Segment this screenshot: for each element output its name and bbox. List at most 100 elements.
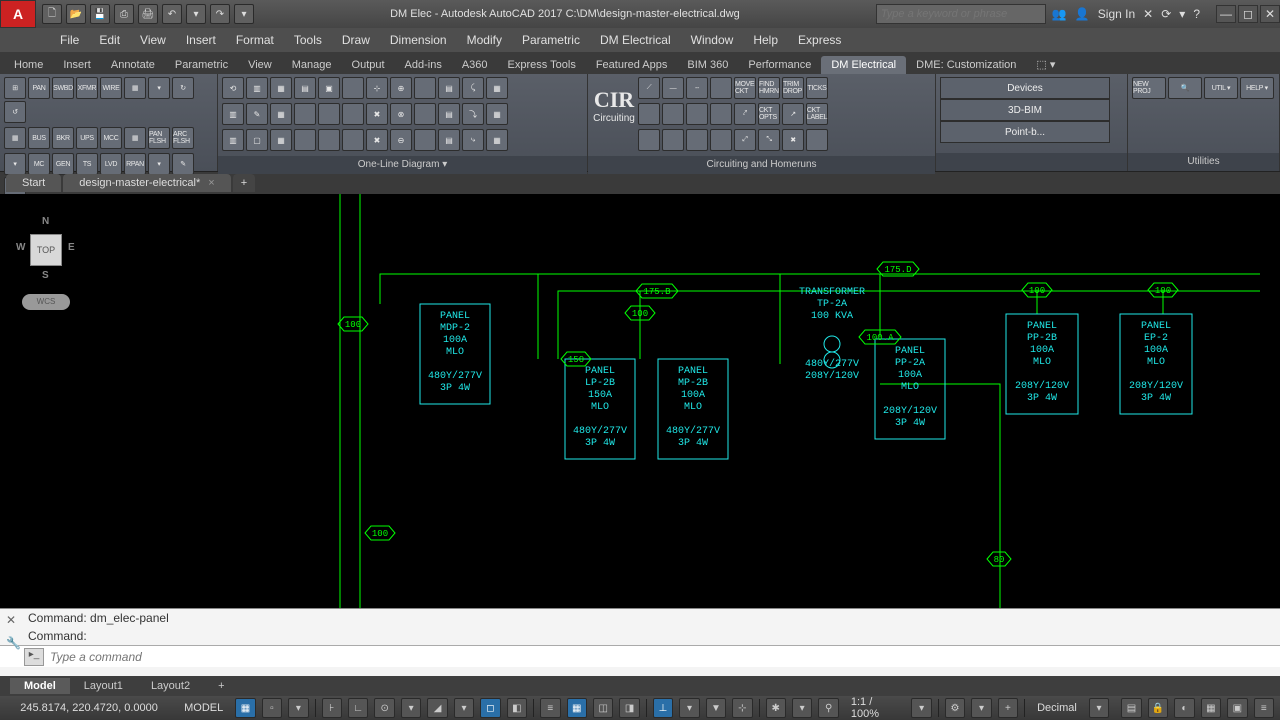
ribbon-button[interactable] (638, 129, 660, 151)
ribbon-button[interactable]: ✎ (246, 103, 268, 125)
exchange-icon[interactable]: ✕ (1143, 7, 1153, 21)
ribbon-button[interactable]: ▦ (486, 129, 508, 151)
ribbon-button[interactable]: ▤ (294, 77, 316, 99)
filter-toggle[interactable]: ▼ (706, 698, 726, 718)
cleanscreen-toggle[interactable]: ▣ (1227, 698, 1247, 718)
ribbon-button[interactable]: ⤢ (734, 129, 756, 151)
ribbon-button[interactable]: ▥ (222, 129, 244, 151)
gizmo-toggle[interactable]: ⊹ (732, 698, 752, 718)
ribbon-button[interactable] (710, 77, 732, 99)
ribbon-button[interactable] (294, 103, 316, 125)
new-icon[interactable]: 🗋 (42, 4, 62, 24)
ribbon-button[interactable]: WIRE (100, 77, 122, 99)
ribbon-button[interactable]: ⟲ (222, 77, 244, 99)
ribbon-tab-featured-apps[interactable]: Featured Apps (586, 56, 678, 74)
ribbon-button[interactable] (686, 103, 708, 125)
ribbon-tab-output[interactable]: Output (342, 56, 395, 74)
close-icon[interactable]: ✕ (6, 613, 16, 627)
ribbon-button[interactable]: ⊹ (366, 77, 388, 99)
close-icon[interactable]: × (208, 177, 214, 189)
tab-new[interactable]: + (233, 174, 255, 192)
zoom-readout[interactable]: 1:1 / 100% (845, 696, 906, 720)
ribbon-button[interactable]: CKT LABEL (806, 103, 828, 125)
ribbon-button[interactable]: MOVE CKT (734, 77, 756, 99)
menu-express[interactable]: Express (788, 28, 851, 52)
tab-start[interactable]: Start (6, 174, 61, 192)
ribbon-button[interactable]: LVD (100, 153, 122, 175)
menu-parametric[interactable]: Parametric (512, 28, 590, 52)
hardware-toggle[interactable]: ▦ (1201, 698, 1221, 718)
open-icon[interactable]: 📂 (66, 4, 86, 24)
ribbon-button[interactable]: BUS (28, 127, 50, 149)
snap-dropdown[interactable]: ▾ (288, 698, 308, 718)
help-dropdown-icon[interactable]: ▾ (1179, 7, 1185, 21)
print-icon[interactable]: 🖨 (138, 4, 158, 24)
ribbon-button[interactable]: ↺ (4, 101, 26, 123)
save-icon[interactable]: 💾 (90, 4, 110, 24)
panel-title[interactable]: Utilities (1128, 153, 1279, 171)
ribbon-button[interactable]: RPAN (124, 153, 146, 175)
dynucs-toggle[interactable]: ⊥ (653, 698, 673, 718)
ribbon-button[interactable]: ⤹ (462, 77, 484, 99)
ribbon-button[interactable]: ↗ (782, 103, 804, 125)
menu-edit[interactable]: Edit (89, 28, 130, 52)
ribbon-button[interactable]: ▤ (438, 77, 460, 99)
app-icon[interactable]: A (0, 0, 36, 28)
infocenter-icon[interactable]: 👥 (1052, 7, 1067, 21)
ribbon-button[interactable]: PAN (28, 77, 50, 99)
redo-icon[interactable]: ↷ (210, 4, 230, 24)
menu-view[interactable]: View (130, 28, 176, 52)
ribbon-button[interactable] (294, 129, 316, 151)
polar-dropdown[interactable]: ▾ (401, 698, 421, 718)
command-chevron-icon[interactable]: ▸_ (24, 648, 44, 666)
ribbon-button[interactable]: ⤷ (462, 129, 484, 151)
a360-icon[interactable]: ⟳ (1161, 7, 1171, 21)
wrench-icon[interactable]: 🔧 (6, 636, 21, 650)
ribbon-button[interactable] (414, 77, 436, 99)
ribbon-button[interactable]: ⟋ (638, 77, 660, 99)
viewcube-north[interactable]: N (42, 216, 49, 227)
ribbon-button[interactable] (662, 129, 684, 151)
ribbon-button[interactable] (662, 103, 684, 125)
ribbon-button[interactable]: ▦ (124, 127, 146, 149)
ribbon-button[interactable]: NEW PROJ (1132, 77, 1166, 99)
ribbon-button[interactable]: ✎ (172, 153, 194, 175)
menu-format[interactable]: Format (226, 28, 284, 52)
ribbon-button[interactable] (318, 129, 340, 151)
ribbon-button[interactable]: ✖ (366, 129, 388, 151)
ribbon-button[interactable]: 🔍 (1168, 77, 1202, 99)
signin-link[interactable]: Sign In (1098, 7, 1135, 21)
lineweight-toggle[interactable]: ≡ (540, 698, 560, 718)
ribbon-button[interactable] (318, 103, 340, 125)
ribbon-button[interactable]: TICKS (806, 77, 828, 99)
ribbon-tab-performance[interactable]: Performance (738, 56, 821, 74)
ribbon-button[interactable] (414, 103, 436, 125)
annoscale-dropdown[interactable]: ▾ (792, 698, 812, 718)
ribbon-tab-express-tools[interactable]: Express Tools (498, 56, 586, 74)
menu-tools[interactable]: Tools (284, 28, 332, 52)
ribbon-button-point-b[interactable]: Point-b... (940, 121, 1110, 143)
isolate-toggle[interactable]: ◐ (1174, 698, 1194, 718)
tab-file[interactable]: design-master-electrical*× (63, 174, 230, 192)
menu-draw[interactable]: Draw (332, 28, 380, 52)
snap-toggle[interactable]: ▫ (262, 698, 282, 718)
ribbon-tab-view[interactable]: View (238, 56, 282, 74)
polar-toggle[interactable]: ⊙ (374, 698, 394, 718)
ribbon-button[interactable]: GEN (52, 153, 74, 175)
ribbon-button[interactable]: ⊞ (4, 77, 26, 99)
ribbon-button[interactable]: TS (76, 153, 98, 175)
units-dropdown[interactable]: ▾ (1089, 698, 1109, 718)
ribbon-button[interactable] (414, 129, 436, 151)
menu-window[interactable]: Window (681, 28, 744, 52)
maximize-button[interactable]: ◻ (1238, 5, 1258, 23)
undo-icon[interactable]: ↶ (162, 4, 182, 24)
ribbon-button[interactable]: ⊗ (390, 103, 412, 125)
ribbon-button[interactable]: ▤ (438, 103, 460, 125)
ribbon-button[interactable]: UTIL ▾ (1204, 77, 1238, 99)
ribbon-button[interactable]: ▣ (318, 77, 340, 99)
panel-title[interactable] (936, 153, 1127, 171)
ribbon-button[interactable]: TRIM DROP (782, 77, 804, 99)
ribbon-button[interactable]: UPS (76, 127, 98, 149)
layout-tab-layout1[interactable]: Layout1 (70, 678, 137, 694)
ribbon-tab-manage[interactable]: Manage (282, 56, 342, 74)
